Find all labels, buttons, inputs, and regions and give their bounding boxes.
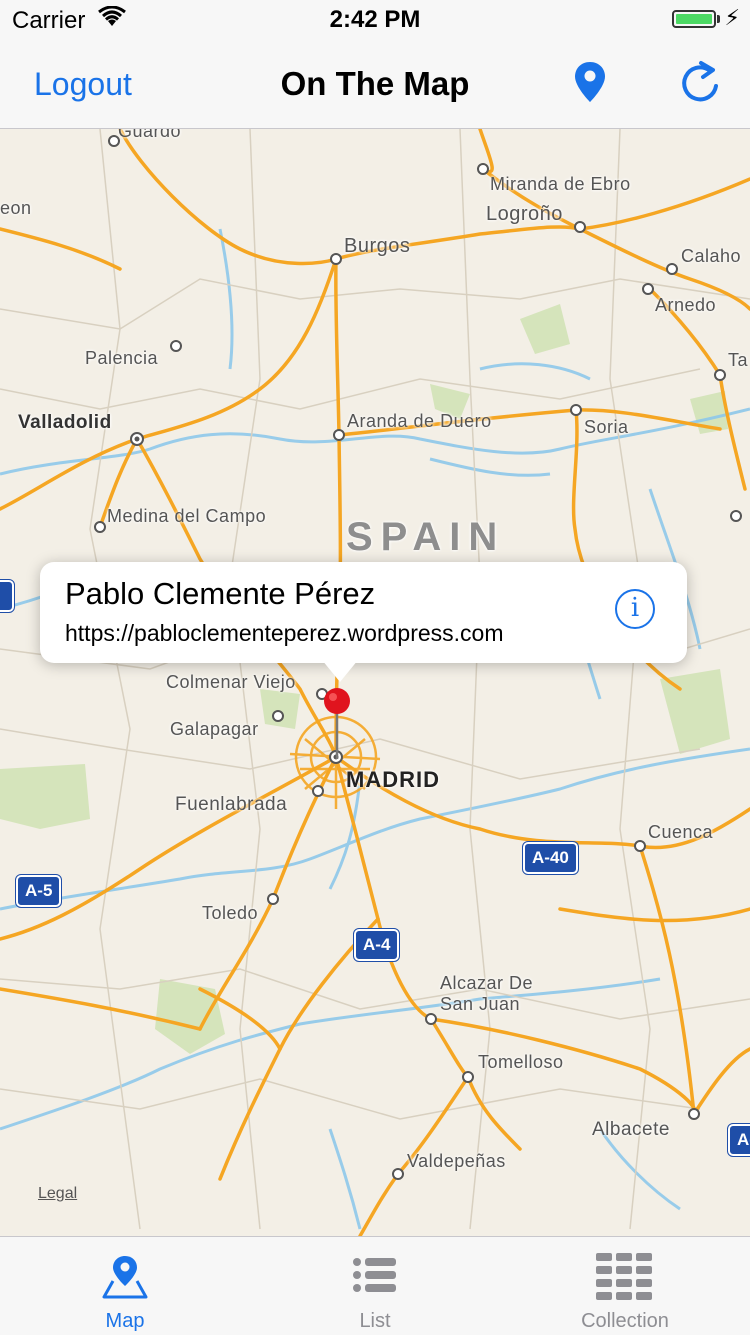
city-label: Calaho xyxy=(681,246,742,266)
tab-list[interactable]: List xyxy=(250,1237,500,1335)
highway-shield: A-40 xyxy=(522,841,579,875)
map-view[interactable]: Guardo eon Miranda de Ebro Logroño Burgo… xyxy=(0,129,750,1236)
page-title: On The Map xyxy=(280,65,470,102)
charging-icon: ⚡ xyxy=(724,5,740,30)
highway-shield-partial xyxy=(0,579,15,613)
info-icon[interactable]: i xyxy=(615,589,655,629)
city-label: Burgos xyxy=(344,235,411,257)
city-label: Cuenca xyxy=(648,822,714,842)
legal-link[interactable]: Legal xyxy=(38,1185,77,1203)
callout-arrow xyxy=(322,660,358,682)
city-label: Valladolid xyxy=(18,412,112,433)
city-label: San Juan xyxy=(440,994,521,1014)
battery-icon xyxy=(672,10,716,28)
highway-shield: A-4 xyxy=(352,928,401,962)
pin-icon[interactable] xyxy=(572,60,608,104)
list-icon xyxy=(353,1258,396,1292)
navigation-bar: Logout On The Map xyxy=(0,40,750,129)
highway-shield: A- xyxy=(727,1123,750,1157)
city-label: Logroño xyxy=(486,203,563,225)
status-bar: Carrier 2:42 PM ⚡ xyxy=(0,0,750,40)
city-label: Guardo xyxy=(118,129,182,141)
callout-subtitle[interactable]: https://pabloclementeperez.wordpress.com xyxy=(65,620,504,647)
tab-map[interactable]: Map xyxy=(0,1237,250,1335)
annotation-callout[interactable]: Pablo Clemente Pérez https://pabloclemen… xyxy=(40,562,687,682)
map-icon xyxy=(102,1256,148,1299)
city-label: Tomelloso xyxy=(478,1052,564,1072)
city-label: Aranda de Duero xyxy=(347,411,492,431)
tab-label: Collection xyxy=(581,1310,669,1332)
city-label: Soria xyxy=(584,417,629,437)
city-label: Albacete xyxy=(592,1119,670,1140)
tab-label: List xyxy=(359,1310,391,1332)
capital-label: MADRID xyxy=(346,767,440,792)
tab-label: Map xyxy=(105,1310,145,1332)
city-label: Galapagar xyxy=(170,719,259,739)
city-label: Medina del Campo xyxy=(107,506,267,526)
map-base xyxy=(0,129,750,1236)
battery-tip xyxy=(717,15,720,23)
city-label: Alcazar De xyxy=(440,973,534,993)
city-label: Palencia xyxy=(85,348,159,368)
clock: 2:42 PM xyxy=(329,6,421,33)
tab-collection[interactable]: Collection xyxy=(500,1237,750,1335)
country-label: SPAIN xyxy=(346,515,506,559)
grid-icon xyxy=(596,1253,652,1300)
city-label: Valdepeñas xyxy=(407,1151,506,1171)
city-label: Toledo xyxy=(202,903,259,923)
highway-shield: A-5 xyxy=(14,874,63,908)
city-label: eon xyxy=(0,198,32,218)
city-label: Colmenar Viejo xyxy=(166,672,296,692)
refresh-icon[interactable] xyxy=(679,60,721,106)
city-label: Arnedo xyxy=(655,295,717,315)
callout-title: Pablo Clemente Pérez xyxy=(65,576,376,611)
city-label: Ta xyxy=(728,350,749,370)
city-label: Fuenlabrada xyxy=(175,794,288,815)
city-label: Miranda de Ebro xyxy=(490,174,631,194)
map-pin[interactable] xyxy=(322,686,352,766)
tab-bar: Map List Collection xyxy=(0,1236,750,1335)
